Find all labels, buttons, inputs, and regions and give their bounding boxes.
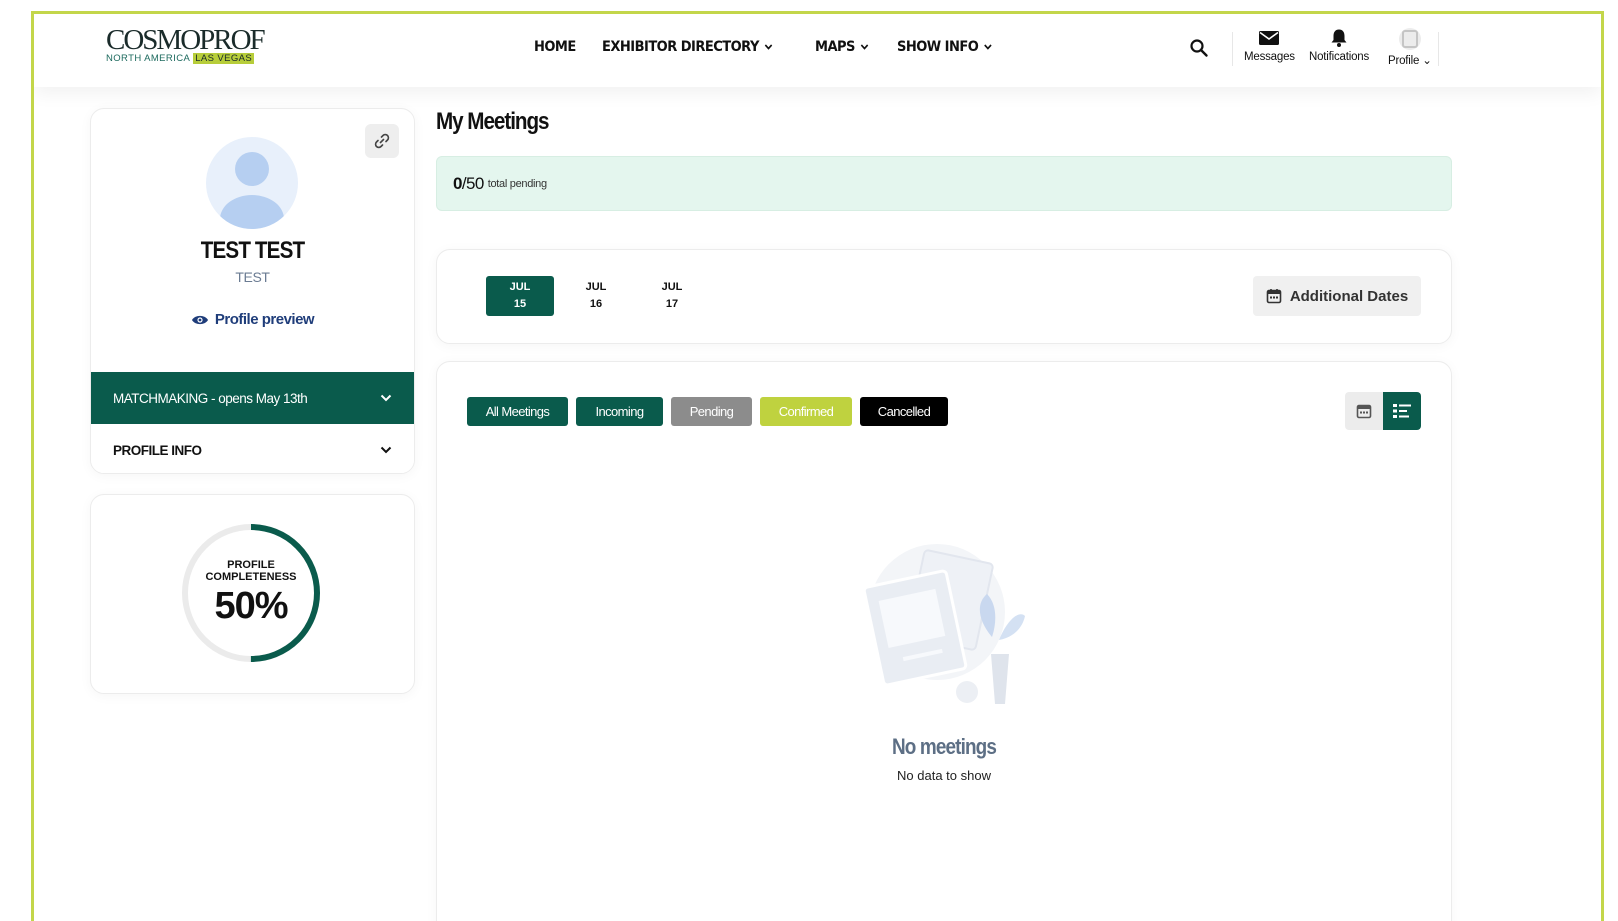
filter-all-meetings[interactable]: All Meetings xyxy=(467,397,568,426)
calendar-view-button[interactable] xyxy=(1345,392,1383,430)
view-toggle xyxy=(1345,392,1421,430)
header-divider xyxy=(1232,32,1233,66)
matchmaking-accordion[interactable]: MATCHMAKING - opens May 13th xyxy=(91,372,414,424)
link-icon xyxy=(374,133,390,149)
filter-label: All Meetings xyxy=(485,404,550,419)
nav-maps-label: MAPS xyxy=(814,39,855,55)
nav-exhibitor-directory-label: EXHIBITOR DIRECTORY xyxy=(602,39,760,55)
empty-state-title: No meetings xyxy=(891,734,997,759)
matchmaking-accordion-label: MATCHMAKING - opens May 13th xyxy=(113,390,308,406)
nav-show-info-label: SHOW INFO xyxy=(897,39,979,55)
pending-summary: 0/50 total pending xyxy=(436,156,1452,211)
logo-subline: NORTH AMERICA LAS VEGAS xyxy=(106,53,256,64)
notifications-label: Notifications xyxy=(1309,51,1370,63)
date-tab-month: JUL xyxy=(509,281,531,293)
header-divider xyxy=(1438,32,1439,66)
calendar-icon xyxy=(1266,289,1282,304)
chevron-down-icon xyxy=(380,446,392,454)
app-frame: COSMOPROF NORTH AMERICA LAS VEGAS HOME E… xyxy=(31,11,1604,921)
user-avatar-icon xyxy=(220,152,284,229)
nav-home[interactable]: HOME xyxy=(534,39,576,55)
profile-menu-label: Profile ⌄ xyxy=(1388,55,1432,67)
dates-card: JUL 15 JUL 16 JUL 17 Additional Dates xyxy=(436,249,1452,344)
filter-pending[interactable]: Pending xyxy=(671,397,752,426)
chevron-down-icon xyxy=(380,394,392,402)
logo-region: NORTH AMERICA xyxy=(106,53,191,64)
filter-label: Incoming xyxy=(595,404,645,419)
messages-button[interactable]: Messages xyxy=(1244,28,1295,63)
meeting-filters: All Meetings Incoming Pending Confirmed … xyxy=(467,397,956,426)
envelope-icon xyxy=(1259,31,1280,45)
cosmoprof-logo[interactable]: COSMOPROF NORTH AMERICA LAS VEGAS xyxy=(106,24,266,68)
filter-confirmed[interactable]: Confirmed xyxy=(760,397,852,426)
filter-label: Confirmed xyxy=(778,404,834,419)
nav-show-info[interactable]: SHOW INFO xyxy=(897,39,993,55)
logo-wordmark: COSMOPROF xyxy=(106,24,266,56)
profile-info-accordion-label: PROFILE INFO xyxy=(113,442,202,458)
pending-count: 0/50 xyxy=(453,174,484,194)
date-tab-day: 17 xyxy=(665,298,679,310)
top-header: COSMOPROF NORTH AMERICA LAS VEGAS HOME E… xyxy=(34,14,1601,87)
list-icon xyxy=(1393,404,1411,418)
bell-icon xyxy=(1331,29,1347,47)
additional-dates-button[interactable]: Additional Dates xyxy=(1253,276,1421,316)
eye-icon xyxy=(191,315,208,324)
date-tab-jul-16[interactable]: JUL 16 xyxy=(562,276,630,316)
empty-state-subtitle: No data to show xyxy=(897,768,991,783)
profile-name: TEST TEST xyxy=(200,237,305,264)
nav-home-label: HOME xyxy=(534,39,576,55)
nav-exhibitor-directory[interactable]: EXHIBITOR DIRECTORY xyxy=(602,39,773,55)
date-tab-month: JUL xyxy=(585,281,607,293)
chevron-down-icon xyxy=(860,44,869,50)
profile-info-accordion[interactable]: PROFILE INFO xyxy=(91,424,414,473)
empty-state-illustration xyxy=(862,544,1025,704)
date-tab-jul-15[interactable]: JUL 15 xyxy=(486,276,554,316)
main-nav: HOME EXHIBITOR DIRECTORY MAPS SHOW INFO xyxy=(534,39,1025,55)
filter-label: Pending xyxy=(689,404,734,419)
profile-menu-button[interactable]: Profile ⌄ xyxy=(1388,28,1432,67)
filter-cancelled[interactable]: Cancelled xyxy=(860,397,948,426)
chevron-down-icon xyxy=(765,44,773,50)
pending-count-total: /50 xyxy=(461,173,484,193)
chevron-down-icon xyxy=(984,44,992,50)
list-view-button[interactable] xyxy=(1383,392,1421,430)
profile-avatar-icon xyxy=(1398,28,1421,50)
date-tab-month: JUL xyxy=(661,281,683,293)
meetings-card: All Meetings Incoming Pending Confirmed … xyxy=(436,361,1452,921)
profile-card: TEST TEST TEST Profile preview MATCHMAKI… xyxy=(90,108,415,474)
additional-dates-label: Additional Dates xyxy=(1289,287,1409,305)
completeness-value: 50% xyxy=(214,585,288,627)
pending-count-value: 0 xyxy=(453,173,462,193)
date-tab-jul-17[interactable]: JUL 17 xyxy=(638,276,706,316)
profile-label-text: Profile xyxy=(1388,55,1420,67)
profile-preview-link[interactable]: Profile preview xyxy=(91,311,414,328)
logo-city: LAS VEGAS xyxy=(193,53,255,64)
completeness-label: PROFILE COMPLETENESS xyxy=(179,559,323,583)
date-tab-day: 15 xyxy=(513,298,527,310)
profile-subtitle: TEST xyxy=(235,269,270,285)
date-tab-day: 16 xyxy=(589,298,603,310)
profile-preview-label: Profile preview xyxy=(214,311,315,328)
filter-label: Cancelled xyxy=(877,404,931,419)
calendar-icon xyxy=(1356,404,1372,419)
completeness-label-line1: PROFILE xyxy=(227,559,275,571)
completeness-label-line2: COMPLETENESS xyxy=(205,571,297,583)
messages-label: Messages xyxy=(1244,51,1295,63)
page-title: My Meetings xyxy=(436,108,550,135)
copy-link-button[interactable] xyxy=(365,124,399,158)
profile-completeness-card: PROFILE COMPLETENESS 50% xyxy=(90,494,415,694)
nav-maps[interactable]: MAPS xyxy=(815,39,869,55)
avatar xyxy=(206,137,298,229)
notifications-button[interactable]: Notifications xyxy=(1309,28,1369,63)
pending-label: total pending xyxy=(487,177,547,190)
search-icon[interactable] xyxy=(1189,38,1209,58)
filter-incoming[interactable]: Incoming xyxy=(576,397,663,426)
